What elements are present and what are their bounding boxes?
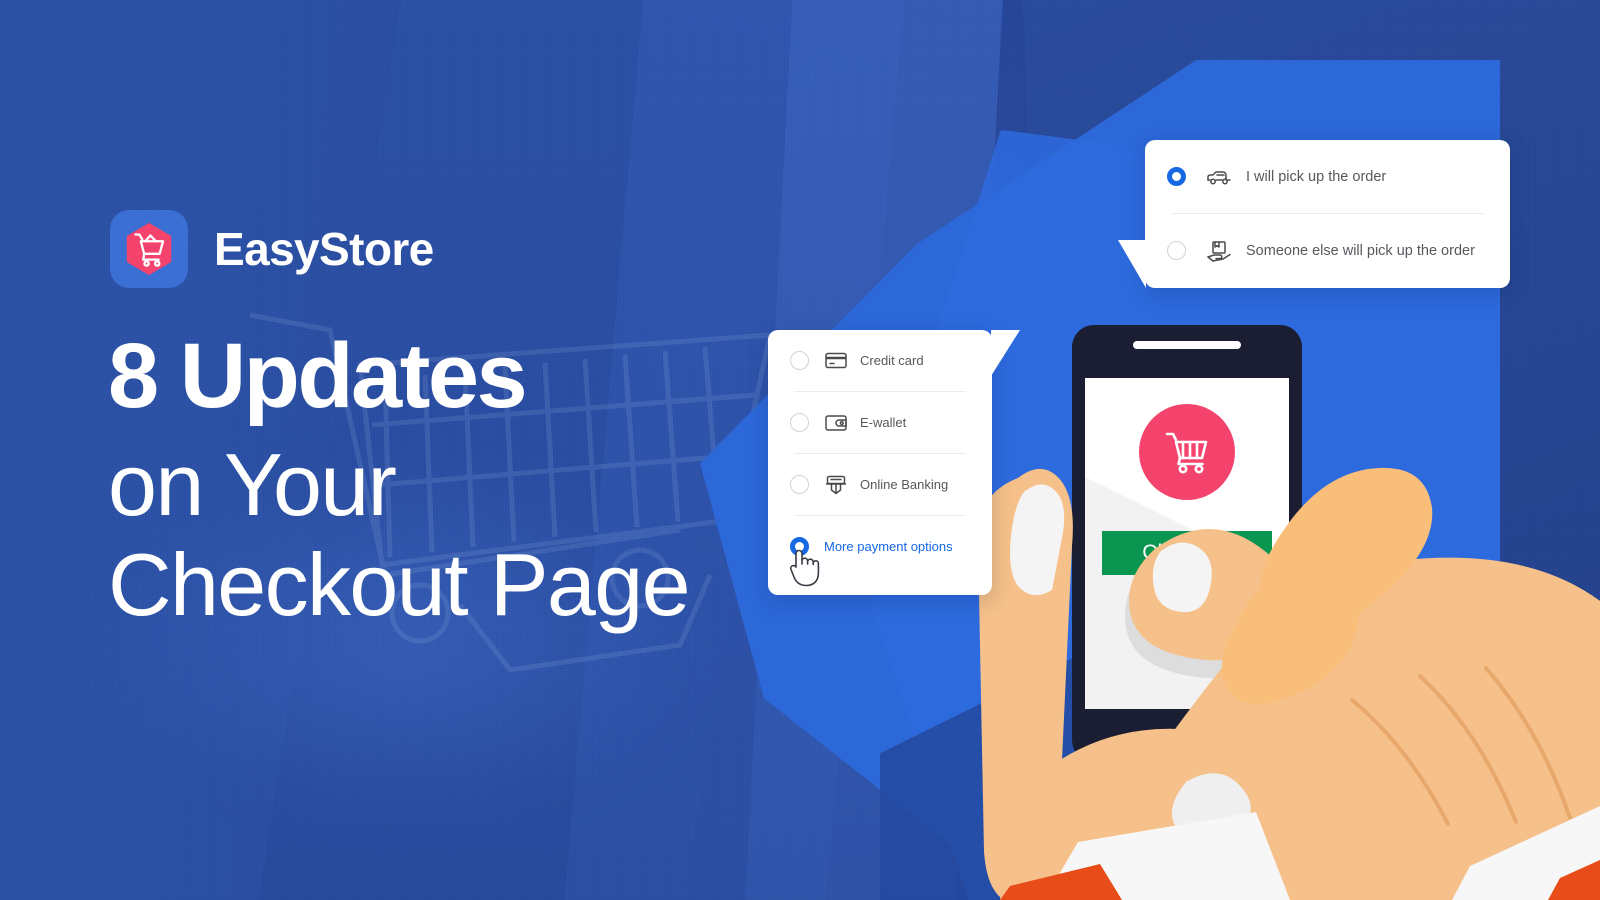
phone-screen: Checkout <box>1085 378 1289 709</box>
radio-online-banking[interactable] <box>790 475 809 494</box>
wallet-icon <box>823 414 849 432</box>
headline-line-3: Checkout Page <box>108 535 691 635</box>
payment-option-online-banking-label: Online Banking <box>860 477 949 492</box>
brand-lockup: EasyStore <box>110 210 434 288</box>
home-icon[interactable] <box>1176 726 1198 748</box>
atm-machine-icon <box>823 475 849 495</box>
radio-pickup-someone-else[interactable] <box>1167 241 1186 260</box>
brand-name: EasyStore <box>214 223 434 275</box>
page-title: 8 Updates on Your Checkout Page <box>108 325 808 635</box>
radio-ewallet[interactable] <box>790 413 809 432</box>
payment-options-card: Credit card E-wallet Online Banking More… <box>768 330 1020 595</box>
payment-option-more-label: More payment options <box>824 538 953 554</box>
credit-card-icon <box>823 352 849 369</box>
easystore-logo-icon <box>110 210 188 288</box>
pickup-option-someone-else[interactable]: Someone else will pick up the order <box>1145 214 1510 287</box>
pickup-option-self-label: I will pick up the order <box>1246 168 1387 185</box>
payment-option-online-banking[interactable]: Online Banking <box>768 454 992 515</box>
headline-line-2: on Your <box>108 434 397 534</box>
payment-option-ewallet[interactable]: E-wallet <box>768 392 992 453</box>
payment-card-tail <box>991 330 1020 376</box>
pickup-card-tail <box>1118 240 1146 288</box>
headline-line-1: 8 Updates <box>108 325 528 427</box>
radio-pickup-self[interactable] <box>1167 167 1186 186</box>
pickup-option-someone-else-label: Someone else will pick up the order <box>1246 242 1475 259</box>
phone-mockup: Checkout <box>1072 325 1302 762</box>
payment-option-ewallet-label: E-wallet <box>860 415 907 430</box>
payment-option-credit-card-label: Credit card <box>860 353 924 368</box>
hand-holding-box-icon <box>1204 240 1234 262</box>
checkout-button[interactable]: Checkout <box>1102 531 1272 575</box>
payment-option-credit-card[interactable]: Credit card <box>768 330 992 391</box>
phone-speaker <box>1133 341 1241 349</box>
pickup-option-self[interactable]: I will pick up the order <box>1145 140 1510 213</box>
car-pickup-icon <box>1204 167 1234 187</box>
radio-credit-card[interactable] <box>790 351 809 370</box>
shopping-cart-icon <box>1139 404 1235 500</box>
radio-more-payment-options[interactable] <box>790 536 809 556</box>
promo-banner: EasyStore 8 Updates on Your Checkout Pag… <box>0 0 1600 900</box>
payment-option-more[interactable]: More payment options <box>768 516 992 576</box>
pickup-options-card: I will pick up the order Someone else wi… <box>1118 140 1510 288</box>
